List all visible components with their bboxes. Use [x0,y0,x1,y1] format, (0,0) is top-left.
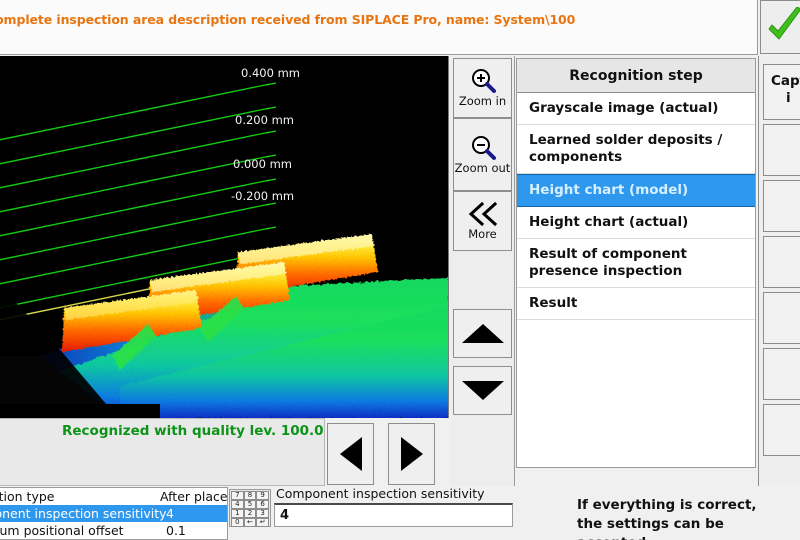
recognition-item-learned-solder[interactable]: Learned solder deposits / components [517,125,755,174]
magnifier-plus-icon [471,69,496,93]
keypad-key[interactable]: 4 [231,500,244,509]
keypad-key[interactable]: 2 [243,509,257,518]
keypad-key-backspace[interactable]: ← [243,518,257,527]
zoom-in-label: Zoom in [458,94,507,108]
parameter-table[interactable]: Inspection type After placer Component i… [0,487,228,540]
tool-column: Zoom in Zoom out More [450,56,515,486]
application-window: Complete inspection area description rec… [0,0,800,540]
right-panel-cell-5[interactable] [763,348,800,400]
table-cell-name: Maximum positional offset [0,523,124,538]
numeric-keypad-button[interactable]: 7 8 9 4 5 6 1 2 3 0 ← ↵ [229,489,271,527]
hint-text: If everything is correct, the settings c… [577,497,757,540]
quality-bar: Recognized with quality lev. 100.0 % [0,418,342,486]
table-cell-value: After placer [160,489,228,504]
numeric-keypad-icon: 7 8 9 4 5 6 1 2 3 0 ← ↵ [231,491,269,527]
right-panel-cell-4[interactable] [763,292,800,344]
double-chevron-left-icon [468,201,497,227]
zoom-out-label: Zoom out [454,160,511,175]
arrow-up-icon [461,324,504,343]
keypad-key[interactable]: 3 [256,509,269,518]
capture-button[interactable]: Capt i [763,64,800,120]
table-row[interactable]: Maximum positional offset 0.1 [0,522,227,539]
recognition-item-presence-result[interactable]: Result of component presence inspection [517,239,755,288]
keypad-key[interactable]: 9 [256,491,269,500]
recognition-step-header: Recognition step [517,59,755,93]
accept-button[interactable] [760,0,800,54]
next-button[interactable] [388,423,435,485]
recognition-item-result[interactable]: Result [517,288,755,320]
right-panel-cell-1[interactable] [763,124,800,176]
hint-area: If everything is correct, the settings c… [517,486,767,540]
recognition-step-panel: Recognition step Grayscale image (actual… [516,58,756,468]
magnifier-minus-icon [471,135,496,160]
table-cell-value: 4 [166,506,174,521]
table-cell-name: Inspection type [0,489,55,504]
scroll-down-button[interactable] [453,366,512,415]
arrow-right-icon [400,437,423,471]
table-row[interactable]: Component inspection sensitivity 4 [0,505,227,522]
keypad-key[interactable]: 7 [231,491,244,500]
more-label: More [468,227,497,241]
component-sensitivity-input[interactable]: 4 [274,503,513,527]
arrow-down-icon [461,381,504,400]
table-cell-value: 0.1 [166,523,186,538]
previous-button[interactable] [327,423,374,485]
arrow-left-icon [339,437,362,471]
keypad-key[interactable]: 5 [243,500,257,509]
table-cell-name: Component inspection sensitivity [0,506,167,521]
keypad-key[interactable]: 1 [231,509,244,518]
quality-level-text: Recognized with quality lev. 100.0 % [62,423,342,439]
keypad-key-enter[interactable]: ↵ [256,518,269,527]
scroll-up-button[interactable] [453,309,512,358]
height-chart-3d-surface [0,56,448,418]
right-panel-cell-2[interactable] [763,180,800,232]
capture-label-line1: Capt [771,73,800,89]
right-panel-cell-3[interactable] [763,236,800,288]
height-chart-viewport[interactable]: 0.400 mm 0.200 mm 0.000 mm -0.200 mm [0,56,449,418]
recognition-item-grayscale-image[interactable]: Grayscale image (actual) [517,93,755,125]
recognition-item-height-chart-actual[interactable]: Height chart (actual) [517,207,755,239]
zoom-in-button[interactable]: Zoom in [453,58,512,118]
status-message: Complete inspection area description rec… [0,12,576,27]
capture-panel: Capt i [758,56,800,486]
component-sensitivity-label: Component inspection sensitivity [276,486,485,501]
more-button[interactable]: More [453,191,512,251]
capture-label-line2: i [786,90,791,106]
zoom-out-button[interactable]: Zoom out [453,118,512,191]
keypad-key[interactable]: 8 [243,491,257,500]
recognition-item-height-chart-model[interactable]: Height chart (model) [517,174,755,207]
keypad-key[interactable]: 6 [256,500,269,509]
status-bar: Complete inspection area description rec… [0,0,758,55]
keypad-key[interactable]: 0 [231,518,244,527]
component-sensitivity-group: Component inspection sensitivity 4 [274,484,514,532]
table-row[interactable]: Inspection type After placer [0,488,227,505]
checkmark-icon [767,7,800,40]
right-panel-cell-6[interactable] [763,404,800,456]
